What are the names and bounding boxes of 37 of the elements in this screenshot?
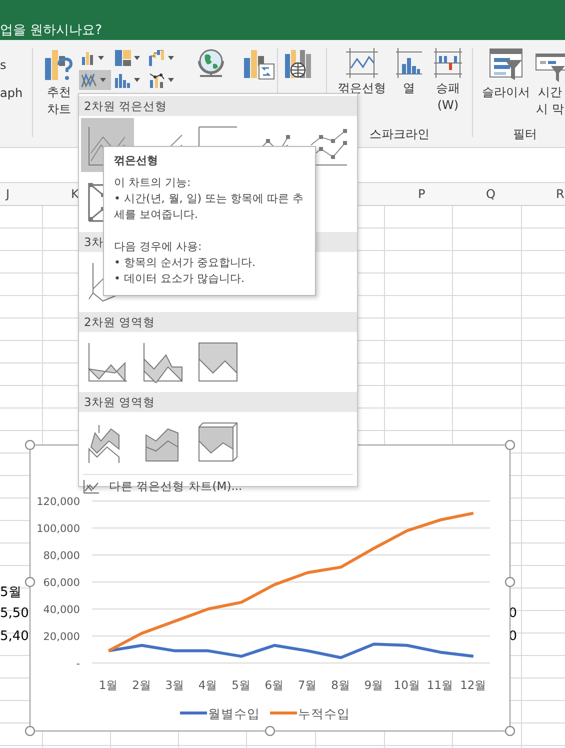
axis-tick-label: - [76, 658, 80, 670]
cell-value: 5,50 [0, 606, 29, 621]
axis-tick-label: 12월 [460, 678, 487, 692]
axis-tick-label: 9월 [364, 678, 384, 692]
axis-tick-label: 6월 [264, 678, 284, 692]
axis-tick-label: 100,000 [36, 523, 80, 535]
axis-tick-label: 7월 [298, 678, 318, 692]
cell-value: 5,40 [0, 629, 29, 644]
section-header: 2차원 영역형 [79, 312, 357, 332]
axis-tick-label: 8월 [331, 678, 350, 692]
axis-tick-label: 4월 [198, 678, 218, 692]
tooltip-text: • 시간(년, 월, 일) 또는 항목에 따른 추세를 보여줍니다. [114, 191, 305, 223]
axis-tick-label: 10월 [394, 678, 420, 692]
axis-tick-label: 5월 [232, 678, 251, 692]
axis-tick-label: 20,000 [43, 631, 80, 643]
ribbon-label: s [0, 58, 8, 72]
axis-tick-label: 3월 [165, 678, 185, 692]
axis-tick-label: 2월 [132, 678, 152, 692]
axis-tick-label: 40,000 [43, 604, 80, 616]
tooltip-text: • 항목의 순서가 중요합니다. [114, 255, 256, 271]
legend-label: 누적수입 [298, 706, 350, 721]
legend-label: 월별수입 [208, 706, 260, 721]
axis-tick-label: 120,000 [36, 496, 80, 508]
axis-tick-label: 60,000 [43, 577, 80, 589]
group-label: 필터 [512, 126, 538, 143]
tooltip-text: 이 차트의 기능: [114, 175, 192, 191]
axis-tick-label: 1월 [98, 678, 118, 692]
axis-tick-label: 80,000 [43, 550, 80, 562]
section-header: 3차원 영역형 [79, 392, 357, 412]
cell-value: 5월 [0, 584, 22, 601]
tooltip-text: • 데이터 요소가 많습니다. [114, 271, 246, 287]
section-header: 2차원 꺾은선형 [79, 96, 357, 116]
group-label: 스파크라인 [368, 126, 430, 143]
tooltip-title: 꺾은선형 [114, 153, 159, 169]
ribbon-label: aph [0, 86, 24, 100]
tooltip-text: 다음 경우에 사용: [114, 239, 203, 255]
axis-tick-label: 11월 [426, 678, 454, 692]
